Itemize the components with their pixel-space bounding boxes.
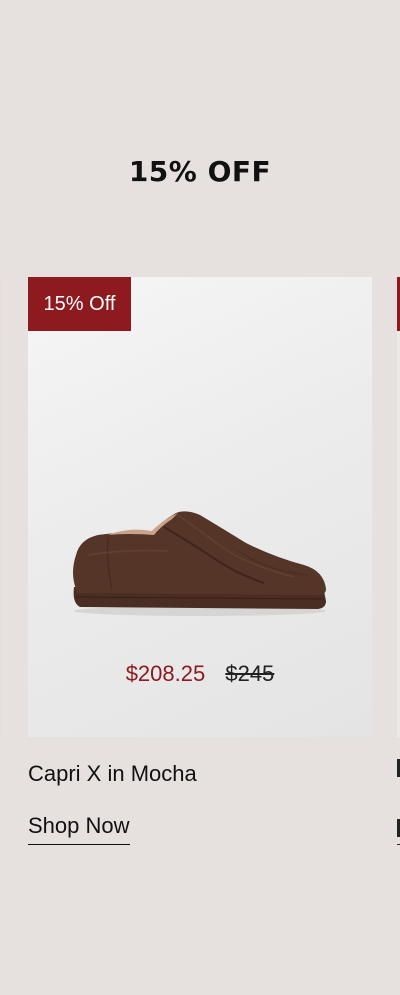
product-image[interactable]	[68, 505, 332, 625]
promo-headline: 15% OFF	[128, 155, 272, 188]
discount-badge: 15% Off	[28, 277, 131, 331]
original-price: $245	[225, 661, 275, 686]
promo-page: 15% OFF 15% Off $208.25 $245 Capri X in …	[0, 0, 400, 995]
shop-now-link[interactable]: Shop Now	[28, 811, 130, 845]
previous-product-card-edge[interactable]	[0, 277, 1, 737]
price-row: $208.25 $245	[28, 659, 372, 689]
sale-price: $208.25	[125, 661, 206, 686]
product-carousel[interactable]: 15% Off $208.25 $245 Capri X in Mocha Sh…	[0, 277, 400, 877]
product-card[interactable]: 15% Off $208.25 $245 Capri X in Mocha Sh…	[28, 277, 372, 845]
product-name[interactable]: Capri X in Mocha	[28, 759, 372, 789]
product-image-container[interactable]: 15% Off $208.25 $245	[28, 277, 372, 737]
